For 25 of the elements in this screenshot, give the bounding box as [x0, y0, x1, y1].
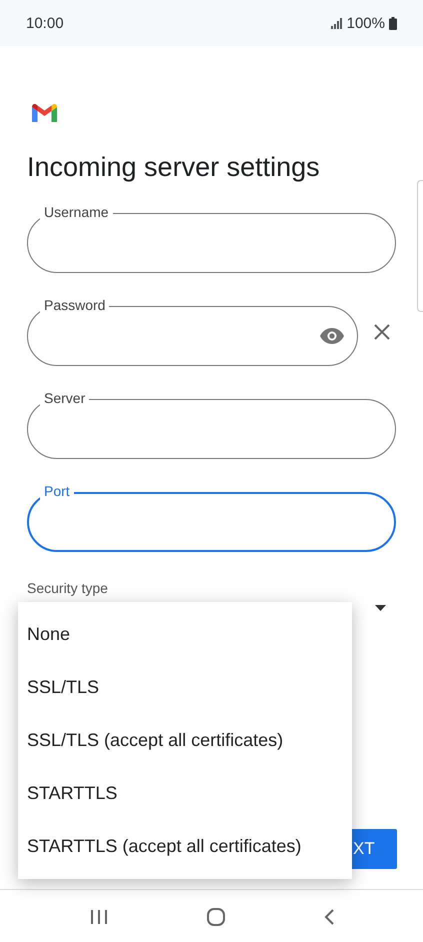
- input-field[interactable]: Username: [27, 204, 396, 273]
- eye-icon[interactable]: [320, 328, 344, 344]
- menu-option[interactable]: SSL/TLS (accept all certificates): [18, 714, 352, 767]
- battery-icon: [389, 16, 397, 30]
- mail-logo: [32, 104, 57, 122]
- field-label: Password: [40, 297, 110, 314]
- clear-icon[interactable]: [374, 324, 390, 340]
- field-label: Server: [40, 390, 90, 407]
- field-label: Username: [40, 204, 113, 221]
- input-field[interactable]: Password: [27, 297, 358, 366]
- signal-icon: [330, 18, 343, 28]
- field-label: Port: [40, 483, 74, 500]
- field-label: Security type: [27, 581, 108, 596]
- battery-level: 100%: [346, 14, 385, 32]
- menu-option[interactable]: SSL/TLS: [18, 661, 352, 714]
- page-title: Incoming server settings: [27, 152, 321, 183]
- dropdown-caret-icon[interactable]: [375, 605, 386, 611]
- input-field[interactable]: Server: [27, 390, 396, 459]
- recent-apps-icon[interactable]: [90, 908, 108, 924]
- menu-option[interactable]: None: [18, 608, 352, 661]
- input-field[interactable]: Port: [27, 483, 396, 552]
- menu-option[interactable]: STARTTLS: [18, 767, 352, 820]
- back-icon[interactable]: [324, 908, 334, 924]
- status-time: 10:00: [26, 14, 64, 32]
- home-icon[interactable]: [206, 908, 224, 926]
